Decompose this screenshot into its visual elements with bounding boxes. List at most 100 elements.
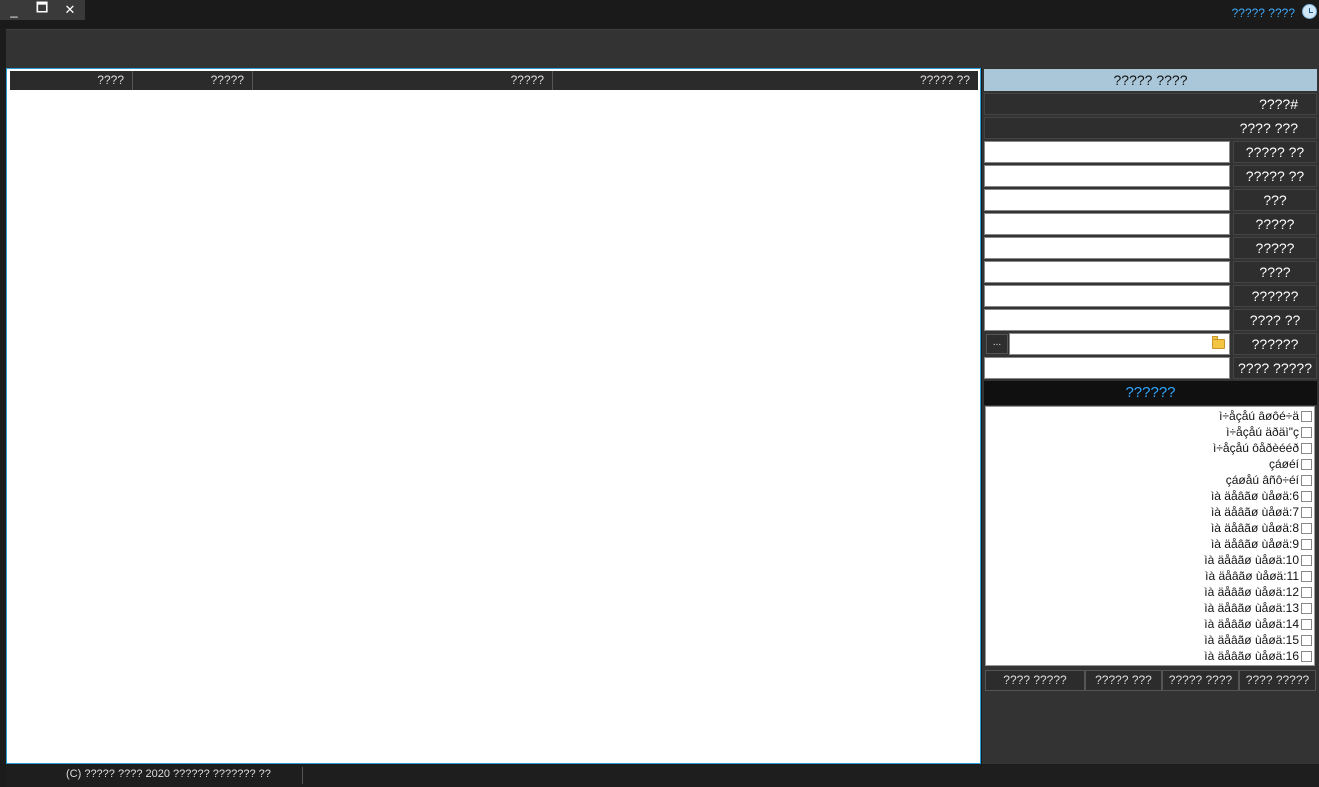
action-button[interactable]: ????? ??? — [1085, 670, 1162, 691]
title-bar: _ 🗖 ✕ ????? ???? — [0, 0, 1319, 28]
checkbox[interactable] — [1301, 474, 1312, 486]
window-controls: _ 🗖 ✕ — [0, 0, 85, 20]
minimize-button[interactable]: _ — [0, 0, 28, 20]
field-input[interactable] — [984, 165, 1230, 187]
file-row: ... ?????? — [984, 333, 1317, 355]
field-label: ???? ????? — [1233, 357, 1317, 379]
panel-header: ????? ???? — [984, 69, 1317, 91]
checkbox-item[interactable]: ì÷åçåú âøôé÷ä — [1219, 408, 1312, 424]
action-button[interactable]: ????? ???? — [1162, 670, 1239, 691]
checkbox-item[interactable]: ìà äåâãø ùåøä:9 — [1211, 536, 1312, 552]
field-row: ????? ?? — [984, 141, 1317, 163]
checkbox[interactable] — [1301, 586, 1312, 598]
checkbox-item[interactable]: ìà äåâãø ùåøä:14 — [1204, 616, 1312, 632]
id-row: ????# — [984, 93, 1317, 115]
checkbox[interactable] — [1301, 650, 1312, 662]
section-header: ?????? — [984, 381, 1317, 405]
checkbox[interactable] — [1301, 554, 1312, 566]
maximize-button[interactable]: 🗖 — [28, 0, 56, 20]
checkbox[interactable] — [1301, 538, 1312, 550]
status-separator — [302, 767, 303, 784]
clock-icon[interactable] — [1302, 4, 1317, 19]
checkbox-item[interactable]: ìà äåâãø ùåøä:7 — [1211, 504, 1312, 520]
close-button[interactable]: ✕ — [56, 0, 84, 20]
checkbox-item[interactable]: çáøåú âñô÷éí — [1226, 472, 1312, 488]
checkbox-item[interactable]: ìà äåâãø ùåøä:16 — [1204, 648, 1312, 664]
field-input[interactable] — [984, 357, 1230, 379]
column-header[interactable]: ????? — [252, 71, 552, 90]
file-path-input[interactable] — [1009, 333, 1230, 355]
table-header: ???? ????? ????? ????? ?? — [10, 71, 978, 90]
field-row: ????? — [984, 237, 1317, 259]
checkbox-label: ìà äåâãø ùåøä:8 — [1210, 521, 1299, 535]
field-row: ????? ?? — [984, 165, 1317, 187]
checkbox-item[interactable]: ìà äåâãø ùåøä:15 — [1204, 632, 1312, 648]
copyright-text: (C) ????? ???? 2020 ?????? ??????? ?? — [66, 768, 271, 780]
checkbox-label: çáøåú âñô÷éí — [1225, 473, 1299, 487]
checkbox[interactable] — [1301, 490, 1312, 502]
details-panel: ????? ???? ????# ???? ??? ????? ?? ?????… — [982, 68, 1319, 764]
field-label: ???? — [1233, 261, 1317, 283]
field-label: ????? ?? — [1233, 141, 1317, 163]
field-input[interactable] — [984, 189, 1230, 211]
checkbox-label: ì÷åçåú ôåðèééð — [1213, 441, 1299, 455]
checkbox-item[interactable]: ìà äåâãø ùåøä:6 — [1211, 488, 1312, 504]
field-label: ???? ?? — [1233, 309, 1317, 331]
checkbox-label: ì÷åçåú äðäì"ç — [1226, 425, 1299, 439]
checkbox[interactable] — [1301, 410, 1312, 422]
field-label: ????? — [1233, 237, 1317, 259]
field-input[interactable] — [984, 261, 1230, 283]
checkbox-label: ìà äåâãø ùåøä:14 — [1204, 617, 1299, 631]
column-header[interactable]: ????? ?? — [552, 71, 978, 90]
field-row: ???? ?? — [984, 309, 1317, 331]
browse-button[interactable]: ... — [986, 334, 1008, 354]
field-input[interactable] — [984, 285, 1230, 307]
column-header[interactable]: ????? — [132, 71, 252, 90]
action-button[interactable]: ???? ????? — [1239, 670, 1316, 691]
date-label: ???? ??? — [984, 117, 1317, 139]
field-label: ????? ?? — [1233, 165, 1317, 187]
checkbox-item[interactable]: ìà äåâãø ùåøä:10 — [1204, 552, 1312, 568]
checkbox-item[interactable]: ì÷åçåú äðäì"ç — [1226, 424, 1312, 440]
checkbox[interactable] — [1301, 458, 1312, 470]
field-row: ?????? — [984, 285, 1317, 307]
field-label: ?????? — [1233, 285, 1317, 307]
checkbox[interactable] — [1301, 618, 1312, 630]
checkbox-item[interactable]: çáøéí — [1269, 456, 1312, 472]
field-label: ????? — [1233, 213, 1317, 235]
checkbox[interactable] — [1301, 570, 1312, 582]
checkbox-label: ì÷åçåú âøôé÷ä — [1219, 409, 1299, 423]
field-input[interactable] — [984, 309, 1230, 331]
column-header[interactable]: ???? — [10, 71, 132, 90]
folder-icon[interactable] — [1212, 336, 1225, 349]
field-row: ???? ????? — [984, 357, 1317, 379]
checkbox-list[interactable]: ì÷åçåú âøôé÷ä ì÷åçåú äðäì"ç ì÷åçåú ôåðèé… — [985, 406, 1315, 666]
id-label: ????# — [984, 93, 1317, 115]
title-link[interactable]: ????? ???? — [1232, 6, 1295, 20]
checkbox[interactable] — [1301, 634, 1312, 646]
field-row: ???? — [984, 261, 1317, 283]
checkbox-label: ìà äåâãø ùåøä:9 — [1210, 537, 1299, 551]
action-buttons: ???? ????? ????? ??? ????? ???? ???? ???… — [985, 670, 1316, 691]
checkbox-item[interactable]: ìà äåâãø ùåøä:13 — [1204, 600, 1312, 616]
main-table-area[interactable]: ???? ????? ????? ????? ?? — [6, 68, 981, 764]
checkbox-label: ìà äåâãø ùåøä:15 — [1204, 633, 1299, 647]
action-button[interactable]: ???? ????? — [985, 670, 1085, 691]
checkbox[interactable] — [1301, 506, 1312, 518]
field-input[interactable] — [984, 237, 1230, 259]
checkbox-item[interactable]: ìà äåâãø ùåøä:11 — [1205, 568, 1312, 584]
checkbox[interactable] — [1301, 426, 1312, 438]
checkbox-label: ìà äåâãø ùåøä:10 — [1204, 553, 1299, 567]
checkbox[interactable] — [1301, 602, 1312, 614]
field-label: ??? — [1233, 189, 1317, 211]
field-row: ????? — [984, 213, 1317, 235]
checkbox-label: ìà äåâãø ùåøä:7 — [1210, 505, 1299, 519]
checkbox-item[interactable]: ìà äåâãø ùåøä:8 — [1211, 520, 1312, 536]
checkbox[interactable] — [1301, 522, 1312, 534]
toolbar — [6, 29, 1319, 68]
checkbox-item[interactable]: ìà äåâãø ùåøä:12 — [1204, 584, 1312, 600]
checkbox[interactable] — [1301, 442, 1312, 454]
field-input[interactable] — [984, 213, 1230, 235]
checkbox-item[interactable]: ì÷åçåú ôåðèééð — [1213, 440, 1312, 456]
field-input[interactable] — [984, 141, 1230, 163]
